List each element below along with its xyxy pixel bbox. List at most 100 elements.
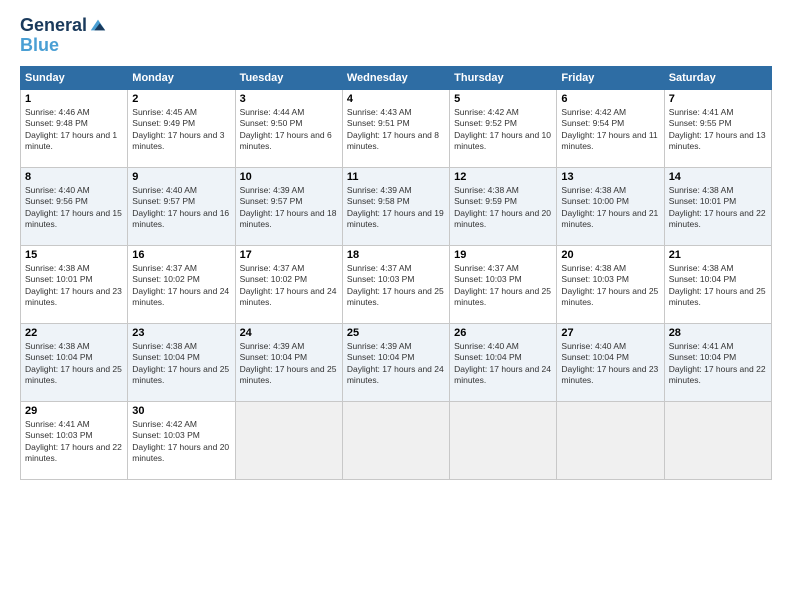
day-info: Sunrise: 4:38 AMSunset: 9:59 PMDaylight:…: [454, 185, 552, 231]
day-info: Sunrise: 4:39 AMSunset: 10:04 PMDaylight…: [347, 341, 445, 387]
calendar-week-2: 8Sunrise: 4:40 AMSunset: 9:56 PMDaylight…: [21, 167, 772, 245]
day-info: Sunrise: 4:45 AMSunset: 9:49 PMDaylight:…: [132, 107, 230, 153]
weekday-header-thursday: Thursday: [450, 66, 557, 89]
day-number: 24: [240, 327, 338, 339]
calendar-cell: 20 Sunrise: 4:38 AMSunset: 10:03 PMDaylig…: [557, 245, 664, 323]
day-number: 28: [669, 327, 767, 339]
day-number: 23: [132, 327, 230, 339]
calendar-cell: 10Sunrise: 4:39 AMSunset: 9:57 PMDayligh…: [235, 167, 342, 245]
day-info: Sunrise: 4:37 AMSunset: 10:02 PMDaylight…: [132, 263, 230, 309]
day-info: Sunrise: 4:40 AMSunset: 10:04 PMDaylight…: [561, 341, 659, 387]
calendar-cell: 4 Sunrise: 4:43 AMSunset: 9:51 PMDaylight…: [342, 89, 449, 167]
calendar-cell: 12 Sunrise: 4:38 AMSunset: 9:59 PMDayligh…: [450, 167, 557, 245]
day-number: 16: [132, 249, 230, 261]
day-number: 30: [132, 405, 230, 417]
calendar-cell: 2 Sunrise: 4:45 AMSunset: 9:49 PMDaylight…: [128, 89, 235, 167]
calendar-cell: 29 Sunrise: 4:41 AMSunset: 10:03 PMDaylig…: [21, 401, 128, 479]
day-info: Sunrise: 4:43 AMSunset: 9:51 PMDaylight:…: [347, 107, 445, 153]
day-number: 1: [25, 93, 123, 105]
day-number: 8: [25, 171, 123, 183]
day-number: 22: [25, 327, 123, 339]
calendar-cell: 14 Sunrise: 4:38 AMSunset: 10:01 PMDaylig…: [664, 167, 771, 245]
calendar-cell: 3 Sunrise: 4:44 AMSunset: 9:50 PMDaylight…: [235, 89, 342, 167]
day-number: 5: [454, 93, 552, 105]
day-info: Sunrise: 4:41 AMSunset: 9:55 PMDaylight:…: [669, 107, 767, 153]
day-number: 14: [669, 171, 767, 183]
day-number: 7: [669, 93, 767, 105]
day-number: 19: [454, 249, 552, 261]
calendar-cell: 15 Sunrise: 4:38 AMSunset: 10:01 PMDaylig…: [21, 245, 128, 323]
calendar-cell: [342, 401, 449, 479]
day-number: 13: [561, 171, 659, 183]
day-number: 29: [25, 405, 123, 417]
calendar-cell: 19 Sunrise: 4:37 AMSunset: 10:03 PMDaylig…: [450, 245, 557, 323]
calendar-cell: 7 Sunrise: 4:41 AMSunset: 9:55 PMDaylight…: [664, 89, 771, 167]
calendar-cell: 24 Sunrise: 4:39 AMSunset: 10:04 PMDaylig…: [235, 323, 342, 401]
day-info: Sunrise: 4:41 AMSunset: 10:03 PMDaylight…: [25, 419, 123, 465]
day-info: Sunrise: 4:37 AMSunset: 10:03 PMDaylight…: [454, 263, 552, 309]
weekday-header-friday: Friday: [557, 66, 664, 89]
day-number: 3: [240, 93, 338, 105]
day-info: Sunrise: 4:39 AMSunset: 9:57 PMDaylight:…: [240, 185, 338, 231]
day-number: 18: [347, 249, 445, 261]
day-number: 25: [347, 327, 445, 339]
logo: General Blue: [20, 16, 107, 56]
day-info: Sunrise: 4:38 AMSunset: 10:04 PMDaylight…: [25, 341, 123, 387]
logo-text-blue: Blue: [20, 36, 107, 56]
day-number: 15: [25, 249, 123, 261]
day-info: Sunrise: 4:40 AMSunset: 9:57 PMDaylight:…: [132, 185, 230, 231]
day-info: Sunrise: 4:38 AMSunset: 10:03 PMDaylight…: [561, 263, 659, 309]
weekday-header-saturday: Saturday: [664, 66, 771, 89]
calendar-week-1: 1 Sunrise: 4:46 AMSunset: 9:48 PMDaylight…: [21, 89, 772, 167]
day-number: 20: [561, 249, 659, 261]
calendar-cell: 17 Sunrise: 4:37 AMSunset: 10:02 PMDaylig…: [235, 245, 342, 323]
weekday-header-monday: Monday: [128, 66, 235, 89]
calendar-cell: 16 Sunrise: 4:37 AMSunset: 10:02 PMDaylig…: [128, 245, 235, 323]
day-number: 17: [240, 249, 338, 261]
page: General Blue SundayMondayTuesdayWednesda…: [0, 0, 792, 612]
calendar-cell: 22 Sunrise: 4:38 AMSunset: 10:04 PMDaylig…: [21, 323, 128, 401]
day-info: Sunrise: 4:42 AMSunset: 10:03 PMDaylight…: [132, 419, 230, 465]
calendar-cell: 25 Sunrise: 4:39 AMSunset: 10:04 PMDaylig…: [342, 323, 449, 401]
calendar-week-4: 22 Sunrise: 4:38 AMSunset: 10:04 PMDaylig…: [21, 323, 772, 401]
day-info: Sunrise: 4:46 AMSunset: 9:48 PMDaylight:…: [25, 107, 123, 153]
calendar-cell: [450, 401, 557, 479]
day-info: Sunrise: 4:42 AMSunset: 9:52 PMDaylight:…: [454, 107, 552, 153]
day-info: Sunrise: 4:38 AMSunset: 10:01 PMDaylight…: [669, 185, 767, 231]
day-info: Sunrise: 4:44 AMSunset: 9:50 PMDaylight:…: [240, 107, 338, 153]
calendar-cell: 6 Sunrise: 4:42 AMSunset: 9:54 PMDaylight…: [557, 89, 664, 167]
calendar-cell: 18 Sunrise: 4:37 AMSunset: 10:03 PMDaylig…: [342, 245, 449, 323]
day-info: Sunrise: 4:37 AMSunset: 10:03 PMDaylight…: [347, 263, 445, 309]
day-number: 21: [669, 249, 767, 261]
day-info: Sunrise: 4:39 AMSunset: 10:04 PMDaylight…: [240, 341, 338, 387]
calendar-cell: 13 Sunrise: 4:38 AMSunset: 10:00 PMDaylig…: [557, 167, 664, 245]
day-number: 2: [132, 93, 230, 105]
calendar-cell: 9Sunrise: 4:40 AMSunset: 9:57 PMDaylight…: [128, 167, 235, 245]
weekday-header-wednesday: Wednesday: [342, 66, 449, 89]
calendar-cell: [235, 401, 342, 479]
header: General Blue: [20, 16, 772, 56]
day-info: Sunrise: 4:38 AMSunset: 10:04 PMDaylight…: [132, 341, 230, 387]
day-info: Sunrise: 4:38 AMSunset: 10:01 PMDaylight…: [25, 263, 123, 309]
day-info: Sunrise: 4:40 AMSunset: 10:04 PMDaylight…: [454, 341, 552, 387]
calendar-week-3: 15 Sunrise: 4:38 AMSunset: 10:01 PMDaylig…: [21, 245, 772, 323]
calendar-cell: [557, 401, 664, 479]
weekday-header-tuesday: Tuesday: [235, 66, 342, 89]
day-info: Sunrise: 4:37 AMSunset: 10:02 PMDaylight…: [240, 263, 338, 309]
day-number: 6: [561, 93, 659, 105]
day-info: Sunrise: 4:38 AMSunset: 10:00 PMDaylight…: [561, 185, 659, 231]
day-info: Sunrise: 4:41 AMSunset: 10:04 PMDaylight…: [669, 341, 767, 387]
day-info: Sunrise: 4:39 AMSunset: 9:58 PMDaylight:…: [347, 185, 445, 231]
calendar-cell: 8Sunrise: 4:40 AMSunset: 9:56 PMDaylight…: [21, 167, 128, 245]
calendar-cell: 1 Sunrise: 4:46 AMSunset: 9:48 PMDaylight…: [21, 89, 128, 167]
logo-icon: [89, 16, 107, 34]
weekday-header-sunday: Sunday: [21, 66, 128, 89]
day-number: 27: [561, 327, 659, 339]
calendar-week-5: 29 Sunrise: 4:41 AMSunset: 10:03 PMDaylig…: [21, 401, 772, 479]
day-number: 4: [347, 93, 445, 105]
calendar-cell: 27 Sunrise: 4:40 AMSunset: 10:04 PMDaylig…: [557, 323, 664, 401]
day-info: Sunrise: 4:38 AMSunset: 10:04 PMDaylight…: [669, 263, 767, 309]
day-number: 12: [454, 171, 552, 183]
day-info: Sunrise: 4:42 AMSunset: 9:54 PMDaylight:…: [561, 107, 659, 153]
logo-text: General: [20, 16, 87, 36]
